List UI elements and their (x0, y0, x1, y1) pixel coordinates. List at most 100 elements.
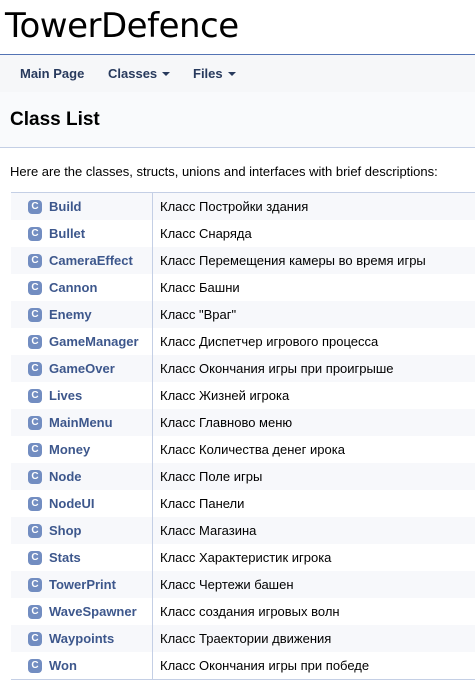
class-description: Класс Характеристик игрока (160, 550, 332, 565)
nav-main-page[interactable]: Main Page (20, 66, 84, 81)
class-icon: C (28, 388, 42, 403)
class-entry-cell: C GameOver (11, 355, 153, 382)
class-icon: C (28, 523, 42, 538)
class-icon: C (28, 577, 42, 592)
class-entry-cell: C Node (11, 463, 153, 490)
page-title: Class List (10, 109, 100, 130)
class-link[interactable]: Cannon (49, 280, 97, 295)
class-description: Класс "Враг" (160, 307, 237, 322)
class-icon: C (28, 658, 42, 673)
class-icon: C (28, 361, 42, 376)
class-table: C Build Класс Постройки здания C Bullet Класс… (11, 192, 475, 680)
nav-files[interactable]: Files (193, 66, 236, 81)
class-icon: C (28, 496, 42, 511)
class-entry-cell: C WaveSpawner (11, 598, 153, 625)
table-row: C GameOver Класс Окончания игры при проигр… (11, 355, 475, 382)
table-row: C MainMenu Класс Главново меню (11, 409, 475, 436)
class-entry-cell: C GameManager (11, 328, 153, 355)
class-icon: C (28, 442, 42, 457)
class-link[interactable]: Stats (49, 550, 81, 565)
class-entry-cell: C TowerPrint (11, 571, 153, 598)
class-description: Класс Перемещения камеры во время игры (160, 253, 426, 268)
class-icon: C (28, 469, 42, 484)
class-link[interactable]: Bullet (49, 226, 85, 241)
class-link[interactable]: Node (49, 469, 82, 484)
class-icon: C (28, 604, 42, 619)
nav-classes[interactable]: Classes (108, 66, 171, 81)
class-entry-cell: C Bullet (11, 220, 153, 247)
class-link[interactable]: NodeUI (49, 496, 95, 511)
class-link[interactable]: Waypoints (49, 631, 114, 646)
class-description: Класс Окончания игры при победе (160, 658, 370, 673)
class-description: Класс Главново меню (160, 415, 293, 430)
class-entry-cell: C Build (11, 193, 153, 220)
class-icon: C (28, 280, 42, 295)
nav-bar: Main Page Classes Files (0, 55, 475, 92)
class-link[interactable]: Enemy (49, 307, 92, 322)
class-icon: C (28, 334, 42, 349)
table-row: C Node Класс Поле игры (11, 463, 475, 490)
class-entry-cell: C Cannon (11, 274, 153, 301)
table-row: C CameraEffect Класс Перемещения камеры во… (11, 247, 475, 274)
class-link[interactable]: WaveSpawner (49, 604, 137, 619)
class-description: Класс Диспетчер игрового процесса (160, 334, 379, 349)
table-row: C Money Класс Количества денег ирока (11, 436, 475, 463)
class-icon: C (28, 550, 42, 565)
nav-files-label: Files (193, 66, 223, 81)
class-description: Класс Траектории движения (160, 631, 332, 646)
class-entry-cell: C CameraEffect (11, 247, 153, 274)
intro-text: Here are the classes, structs, unions an… (10, 164, 438, 179)
table-row: C NodeUI Класс Панели (11, 490, 475, 517)
table-row: C Cannon Класс Башни (11, 274, 475, 301)
table-row: C Build Класс Постройки здания (11, 193, 475, 220)
chevron-down-icon (227, 72, 236, 76)
class-icon: C (28, 307, 42, 322)
class-entry-cell: C NodeUI (11, 490, 153, 517)
table-row: C GameManager Класс Диспетчер игрового про… (11, 328, 475, 355)
class-description: Класс Панели (160, 496, 245, 511)
table-row: C TowerPrint Класс Чертежи башен (11, 571, 475, 598)
page-header: Class List (0, 92, 475, 148)
class-description: Класс Жизней игрока (160, 388, 290, 403)
class-link[interactable]: Build (49, 199, 82, 214)
class-entry-cell: C Waypoints (11, 625, 153, 652)
class-description: Класс Снаряда (160, 226, 252, 241)
class-description: Класс Башни (160, 280, 240, 295)
class-link[interactable]: TowerPrint (49, 577, 116, 592)
table-row: C Bullet Класс Снаряда (11, 220, 475, 247)
class-entry-cell: C Shop (11, 517, 153, 544)
class-link[interactable]: GameManager (49, 334, 139, 349)
class-link[interactable]: Money (49, 442, 90, 457)
class-description: Класс Чертежи башен (160, 577, 294, 592)
chevron-down-icon (162, 72, 171, 76)
title-area: TowerDefence (0, 0, 475, 55)
class-description: Класс Постройки здания (160, 199, 309, 214)
class-description: Класс Количества денег ирока (160, 442, 345, 457)
class-link[interactable]: CameraEffect (49, 253, 133, 268)
class-link[interactable]: GameOver (49, 361, 115, 376)
class-icon: C (28, 415, 42, 430)
class-icon: C (28, 199, 42, 214)
class-entry-cell: C Money (11, 436, 153, 463)
nav-classes-label: Classes (108, 66, 158, 81)
class-entry-cell: C Won (11, 652, 153, 679)
class-icon: C (28, 253, 42, 268)
table-row: C Won Класс Окончания игры при победе (11, 652, 475, 679)
class-link[interactable]: Lives (49, 388, 82, 403)
class-link[interactable]: MainMenu (49, 415, 113, 430)
class-link[interactable]: Shop (49, 523, 82, 538)
class-entry-cell: C Lives (11, 382, 153, 409)
class-icon: C (28, 226, 42, 241)
class-link[interactable]: Won (49, 658, 77, 673)
table-row: C Shop Класс Магазина (11, 517, 475, 544)
table-row: C Waypoints Класс Траектории движения (11, 625, 475, 652)
class-entry-cell: C MainMenu (11, 409, 153, 436)
class-icon: C (28, 631, 42, 646)
project-name: TowerDefence (5, 6, 239, 46)
class-description: Класс создания игровых волн (160, 604, 340, 619)
class-description: Класс Магазина (160, 523, 257, 538)
class-description: Класс Поле игры (160, 469, 263, 484)
table-row: C Enemy Класс "Враг" (11, 301, 475, 328)
class-entry-cell: C Stats (11, 544, 153, 571)
class-description: Класс Окончания игры при проигрыше (160, 361, 394, 376)
